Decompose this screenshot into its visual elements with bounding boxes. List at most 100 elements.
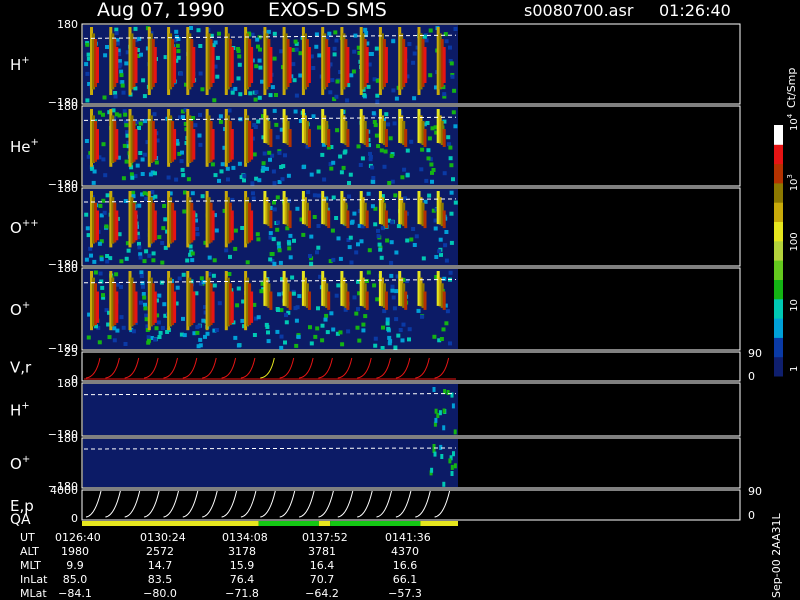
spectrogram-cell [88, 246, 93, 251]
spectrogram-cell [426, 148, 431, 153]
spectrogram-cell [275, 329, 280, 334]
spectrogram-cell [412, 96, 417, 101]
spectrogram-cell [451, 177, 455, 182]
spectrogram-cell [363, 314, 368, 319]
spectrogram-cell [411, 60, 416, 65]
spectrogram-cell [215, 55, 220, 60]
spectrogram-streak [134, 210, 138, 241]
colorbar: Ct/Smp110100103104 [774, 68, 800, 377]
spectrogram-cell [331, 195, 336, 200]
orbit-value: 15.9 [230, 559, 255, 572]
spectrogram-cell [342, 150, 347, 155]
spectrogram-cell [320, 323, 325, 328]
spectrogram-cell [365, 279, 369, 283]
spectrogram-cell [386, 122, 391, 127]
spectrogram-cell [449, 61, 454, 66]
spectrogram-cell [391, 88, 396, 93]
qa-segment [82, 521, 259, 526]
spectrogram-cell [424, 178, 429, 183]
spectrogram-cell [425, 121, 430, 125]
spectrogram-cell [401, 322, 406, 327]
spectrogram-cell [84, 139, 89, 143]
spectrogram-cell [119, 315, 124, 320]
spectrogram-cell [157, 235, 162, 240]
spectrogram-cell [250, 32, 255, 37]
spectrogram-cell [100, 285, 105, 290]
spectrogram-cell [293, 306, 298, 311]
spectrogram-cell [405, 238, 410, 243]
spectrogram-cell [120, 83, 125, 88]
spectrogram-cell [121, 325, 126, 330]
spectrogram-cell [428, 73, 433, 78]
panel-label: O+ [10, 454, 30, 473]
spectrogram-cell [390, 284, 395, 289]
spectrogram-cell [190, 258, 195, 263]
spectrogram-cell [144, 313, 149, 318]
spectrogram-streak [250, 291, 254, 323]
spectrogram-cell [277, 292, 282, 297]
spectrogram-cell [428, 28, 433, 33]
qa-segment [420, 521, 458, 526]
spectrogram-cell [361, 322, 366, 327]
orbit-value: 1980 [61, 545, 89, 558]
spectrogram-cell [255, 232, 260, 237]
spectrogram-cell [114, 272, 119, 277]
right-tick-label: 90 [748, 485, 762, 498]
spectrogram-cell [332, 46, 337, 51]
spectrogram-streak [230, 210, 234, 241]
spectrogram-cell [301, 165, 306, 170]
spectrogram-streak [327, 291, 331, 310]
spectrogram-cell [379, 148, 384, 153]
spectrogram-cell [374, 46, 379, 51]
spectrogram-cell [446, 135, 451, 140]
spectrogram-cell [314, 32, 319, 37]
spectrogram-streak [115, 47, 119, 83]
spectrogram-cell [137, 203, 142, 208]
spectrogram-cell [317, 53, 322, 58]
spectrogram-cell [129, 172, 134, 177]
spectrogram-cell [375, 93, 380, 98]
orbit-value: 4370 [391, 545, 419, 558]
spectrogram-cell [288, 233, 293, 238]
spectrogram-cell [251, 196, 256, 201]
spectrogram-cell [400, 338, 405, 343]
spectrogram-cell [378, 247, 383, 252]
spectrogram-cell [347, 194, 351, 199]
spectrogram-streak [423, 129, 427, 147]
y-tick-label: 180 [57, 182, 78, 195]
panel-frame [81, 489, 741, 521]
spectrogram-cell [233, 86, 238, 91]
spectrogram-cell [291, 62, 296, 67]
spectrogram-streak [384, 47, 388, 83]
spectrogram-cell [368, 157, 373, 162]
spectrogram-streak [230, 291, 234, 323]
spectrogram-cell [252, 333, 257, 337]
spectrogram-cell [308, 254, 312, 258]
spectrogram-cell [351, 69, 356, 74]
qa-segment [330, 521, 421, 526]
colorbar-tick-sup: 4 [786, 113, 794, 118]
spectrogram-cell [140, 172, 145, 176]
spectrogram-cell [259, 289, 264, 294]
spectrogram-cell [441, 327, 446, 332]
spectrogram-cell [434, 255, 439, 259]
spectrogram-cell [329, 311, 334, 316]
spectrogram-cell [211, 273, 216, 278]
spectrogram-cell [278, 260, 283, 265]
spectrogram-cell [443, 243, 448, 248]
orbit-value: 66.1 [393, 573, 418, 586]
spectrogram-streak [346, 291, 350, 310]
spectrogram-cell [150, 190, 155, 195]
spectrogram-cell [296, 334, 301, 339]
spectrogram-cell [85, 71, 90, 76]
spectrogram-cell [276, 220, 280, 225]
spectrogram-cell [190, 251, 195, 256]
spectrogram-cell [331, 257, 336, 262]
spectrogram-cell [384, 112, 389, 117]
spectrogram-cell [154, 160, 159, 165]
spectrogram-cell [375, 297, 380, 302]
spectrogram-cell [101, 157, 106, 162]
spectrogram-cell [297, 294, 302, 299]
spectrogram-cell [414, 234, 419, 239]
spectrogram-cell [217, 301, 222, 306]
